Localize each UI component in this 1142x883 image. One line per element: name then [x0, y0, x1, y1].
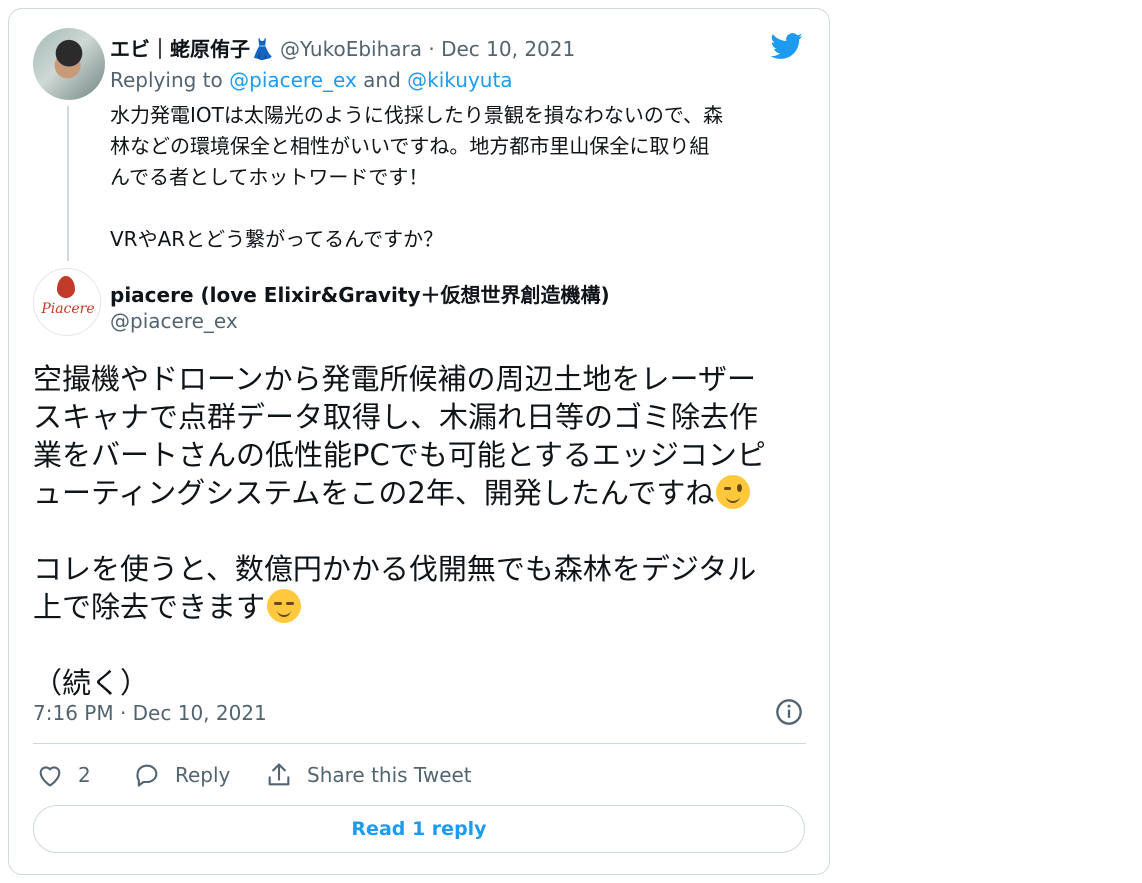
reply-separator: · [422, 37, 442, 61]
twitter-bird-icon[interactable] [769, 30, 805, 62]
relieved-emoji-icon [267, 589, 302, 623]
thread-line [67, 106, 69, 261]
replying-prefix: Replying to [110, 68, 230, 92]
share-icon [268, 763, 290, 786]
reply-button[interactable]: Reply [133, 760, 230, 790]
reply-display-name[interactable]: エビ｜蛯原侑子👗 [110, 37, 275, 61]
share-label: Share this Tweet [307, 763, 472, 787]
avatar-yuko[interactable] [33, 28, 105, 100]
reply-tweet-header: エビ｜蛯原侑子👗 @YukoEbihara · Dec 10, 2021 [110, 33, 575, 62]
reply-tweet-text: 水力発電IOTは太陽光のように伐採したり景観を損なわないので、森 林などの環境保… [110, 103, 724, 251]
replying-user-kikuyuta[interactable]: @kikuyuta [407, 68, 512, 92]
replying-user-piacere[interactable]: @piacere_ex [229, 68, 357, 92]
comment-icon [136, 764, 158, 787]
avatar-logo-text: Piacere [41, 301, 95, 317]
reply-date[interactable]: Dec 10, 2021 [441, 37, 575, 61]
read-replies-button[interactable]: Read 1 reply [33, 805, 805, 853]
wink-emoji-icon [716, 475, 751, 509]
main-text-part3: （続く） [33, 666, 150, 700]
heart-icon [39, 766, 61, 787]
reply-label: Reply [175, 763, 231, 787]
info-icon[interactable] [775, 698, 803, 726]
logo-drop-icon [57, 276, 75, 298]
replying-to: Replying to @piacere_ex and @kikuyuta [110, 68, 513, 92]
reply-handle[interactable]: @YukoEbihara [280, 37, 422, 61]
avatar-piacere[interactable]: Piacere [33, 268, 101, 336]
main-display-name[interactable]: piacere (love Elixir&Gravity＋仮想世界創造機構) [110, 279, 610, 308]
replying-and: and [356, 68, 408, 92]
divider [33, 743, 806, 744]
tweet-timestamp[interactable]: 7:16 PM · Dec 10, 2021 [33, 701, 267, 725]
share-button[interactable]: Share this Tweet [265, 760, 472, 790]
main-handle[interactable]: @piacere_ex [110, 309, 238, 333]
like-count: 2 [78, 763, 91, 787]
main-text-part1: 空撮機やドローンから発電所候補の周辺土地をレーザー スキャナで点群データ取得し、… [33, 362, 766, 510]
like-button[interactable]: 2 [36, 760, 91, 790]
main-text-part2: コレを使うと、数億円かかる伐開無でも森林をデジタル 上で除去できます [33, 552, 757, 624]
main-tweet-text: 空撮機やドローンから発電所候補の周辺土地をレーザー スキャナで点群データ取得し、… [33, 360, 803, 702]
